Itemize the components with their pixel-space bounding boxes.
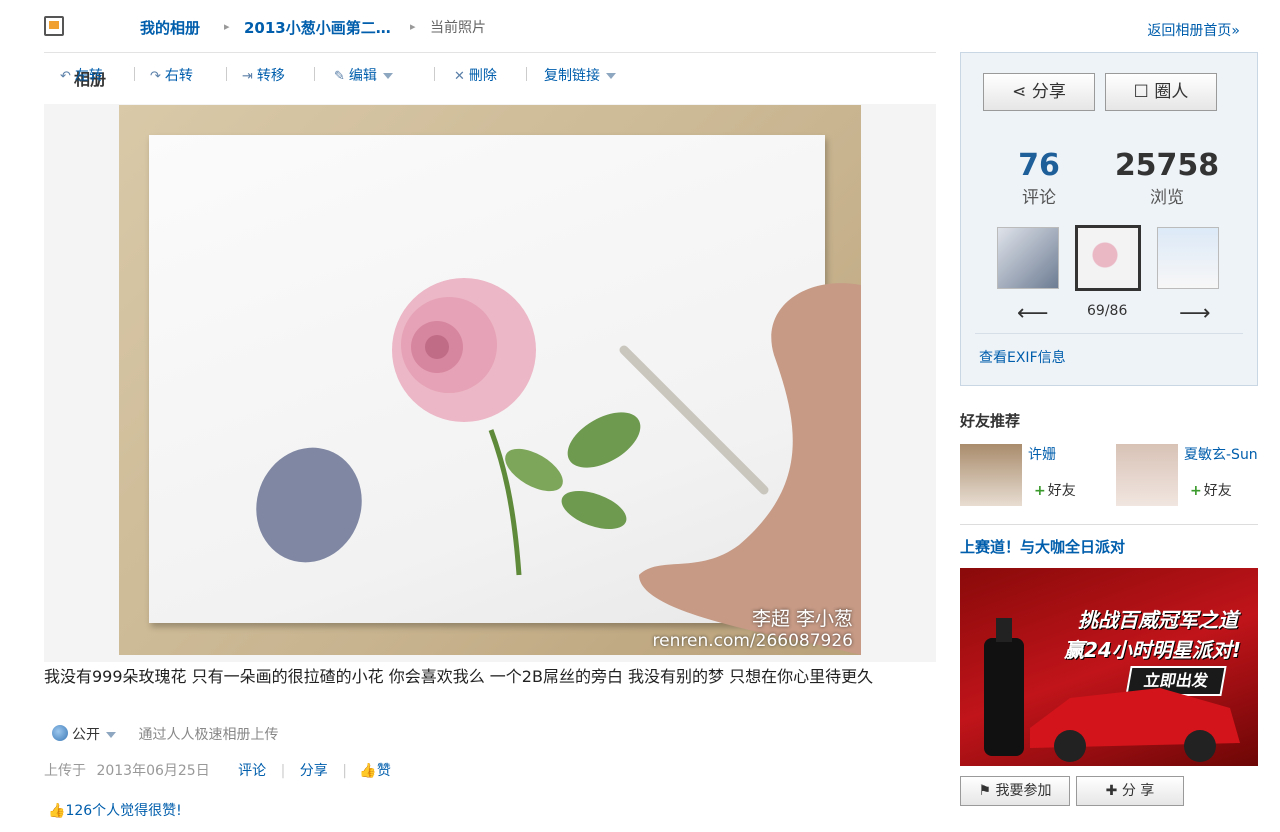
watermark-name: 李超 李小葱 [751,608,853,630]
thumbs-up-icon: 👍 [359,763,377,779]
page-header: 相册 我的相册 ▸ 2013小葱小画第二… ▸ 当前照片 返回相册首页» [44,14,1260,89]
thumbnail-prev[interactable] [997,227,1059,289]
person-tag-icon: ☐ [1133,82,1155,102]
move-button[interactable]: ⇥ 转移 [242,65,285,85]
photo-info-panel: ⋖ 分享 ☐ 圈人 76 评论 25758 浏览 ⟵ 69/86 ⟶ 查看EXI… [960,52,1258,386]
tag-people-button[interactable]: ☐ 圈人 [1105,73,1217,111]
upload-date: 2013年06月25日 [96,763,210,779]
ad-car-illustration [984,618,1240,762]
upload-source[interactable]: 通过人人极速相册上传 [138,727,278,743]
photo-image[interactable]: 李超 李小葱 renren.com/266087926 [119,105,861,655]
add-friend-button[interactable]: + 好友 [1034,480,1076,500]
views-stat: 25758 浏览 [1107,148,1227,209]
delete-button[interactable]: ✕ 刪除 [454,65,497,85]
album-icon [44,16,64,36]
edit-icon: ✎ [334,69,345,84]
share-icon: ⋖ [1012,82,1032,102]
close-icon: ✕ [454,69,465,84]
breadcrumb-separator-icon: ▸ [410,20,416,33]
globe-icon [52,725,68,741]
uploaded-prefix: 上传于 [44,763,86,779]
rotate-right-button[interactable]: ↷ 右转 [150,65,193,85]
breadcrumb-my-albums[interactable]: 我的相册 [140,17,200,38]
thumbnail-next[interactable] [1157,227,1219,289]
chevron-down-icon [382,73,393,79]
toolbar-divider [226,67,227,81]
likes-summary[interactable]: 👍126个人觉得很赞! [48,800,182,820]
photo-counter: 69/86 [1087,303,1128,319]
privacy-dropdown[interactable]: 公开 [52,725,116,743]
edit-button[interactable]: ✎ 编辑 [334,65,393,85]
share-button[interactable]: ⋖ 分享 [983,73,1095,111]
watermark-url: renren.com/266087926 [652,631,853,651]
friend-name[interactable]: 夏敏玄-Sun [1184,444,1258,464]
comments-stat[interactable]: 76 评论 [1007,148,1071,209]
plus-icon: + [1034,483,1046,499]
rotate-left-icon: ↶ [60,69,71,84]
view-exif-link[interactable]: 查看EXIF信息 [979,347,1066,367]
comment-link[interactable]: 评论 [238,763,266,779]
join-button[interactable]: ⚑ 我要参加 [960,776,1070,806]
toolbar-divider [526,67,527,81]
ad-banner[interactable]: 挑战百威冠军之道 赢24小时明星派对! 立即出发 [960,568,1258,766]
upload-meta-row: 上传于 2013年06月25日 评论 | 分享 | 👍赞 [44,760,391,780]
toolbar-divider [434,67,435,81]
add-friend-button[interactable]: + 好友 [1190,480,1232,500]
photo-toolbar: ↶ 左转 ↷ 右转 ⇥ 转移 ✎ 编辑 ✕ 刪除 复制链接 [44,52,936,98]
promo-title[interactable]: 上赛道！与大咖全日派对 [960,536,1125,557]
photo-watermark: 李超 李小葱 renren.com/266087926 [653,604,853,651]
chevron-down-icon [606,73,616,79]
friend-recommend-title: 好友推荐 [960,412,1021,430]
views-label: 浏览 [1150,188,1184,208]
avatar[interactable] [1116,444,1178,506]
breadcrumb-current: 当前照片 [430,20,486,36]
meta-divider: | [342,763,347,779]
avatar[interactable] [960,444,1022,506]
next-arrow-icon[interactable]: ⟶ [1179,301,1211,326]
breadcrumb-album[interactable]: 2013小葱小画第二… [244,17,391,38]
rotate-right-icon: ↷ [150,69,161,84]
comments-label: 评论 [1022,188,1056,208]
share-link[interactable]: 分享 [300,763,328,779]
plus-icon: + [1190,483,1202,499]
views-count: 25758 [1114,148,1220,183]
section-divider [960,524,1258,525]
plus-icon: ✚ [1105,783,1122,799]
toolbar-divider [314,67,315,81]
friend-name[interactable]: 许姗 [1028,444,1056,464]
back-to-album-home-link[interactable]: 返回相册首页» [1147,20,1240,40]
chevron-down-icon [106,732,116,738]
privacy-row: 公开 通过人人极速相册上传 [52,724,278,744]
comments-count: 76 [1018,148,1060,183]
thumbs-up-icon: 👍 [48,803,66,819]
photo-viewer: 李超 李小葱 renren.com/266087926 [44,104,936,662]
thumbnail-current[interactable] [1075,225,1141,291]
move-icon: ⇥ [242,69,253,84]
meta-divider: | [280,763,286,779]
rose-drawing-illustration [256,278,861,655]
prev-arrow-icon[interactable]: ⟵ [1017,301,1049,326]
toolbar-divider [134,67,135,81]
breadcrumb-separator-icon: ▸ [224,20,230,33]
ad-share-button[interactable]: ✚ 分 享 [1076,776,1184,806]
panel-divider [975,333,1243,334]
flag-icon: ⚑ [978,783,996,799]
photo-caption: 我没有999朵玫瑰花 只有一朵画的很拉碴的小花 你会喜欢我么 一个2B屌丝的旁白… [44,667,874,686]
like-button[interactable]: 👍赞 [359,763,390,779]
rotate-left-button[interactable]: ↶ 左转 [60,65,103,85]
copy-link-button[interactable]: 复制链接 [544,65,616,85]
